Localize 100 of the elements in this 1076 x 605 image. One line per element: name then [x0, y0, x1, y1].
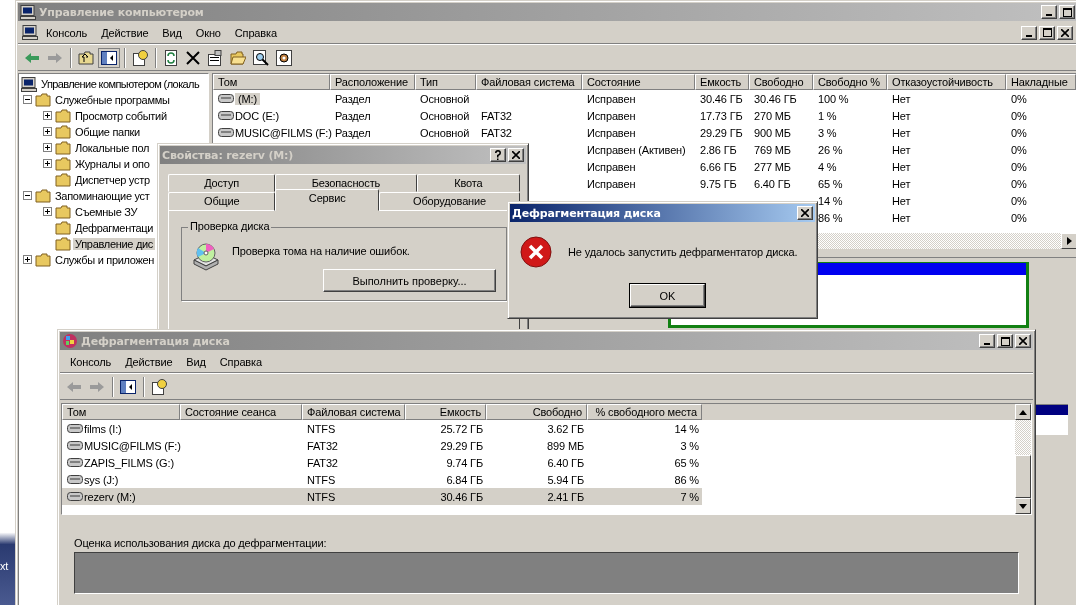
table-row[interactable]: rezerv (M:) NTFS 30.46 ГБ 2.41 ГБ 7 % [62, 488, 702, 505]
settings-icon[interactable] [276, 49, 292, 66]
search-icon[interactable] [253, 49, 269, 66]
minimize-button[interactable] [1021, 25, 1037, 40]
properties-icon[interactable] [207, 49, 223, 66]
table-row[interactable]: ZAPIS_FILMS (G:) FAT32 9.74 ГБ 6.40 ГБ 65 % [62, 454, 702, 471]
menu-item[interactable]: Действие [95, 25, 155, 40]
table-cell: 14 % [818, 194, 843, 207]
table-cell: NTFS [307, 422, 336, 435]
column-header[interactable]: Файловая система [476, 74, 582, 90]
table-cell: 6.40 ГБ [547, 456, 584, 469]
table-cell: ZAPIS_FILMS (G:) [84, 456, 174, 469]
tab[interactable]: Сервис [275, 189, 379, 211]
tree-item[interactable]: Запоминающие уст [53, 190, 152, 202]
tab[interactable]: Квота [416, 174, 520, 192]
menu-item[interactable]: Справка [228, 25, 283, 40]
folder-icon [55, 109, 71, 123]
folder-icon [55, 141, 71, 155]
column-header[interactable]: Свободно [486, 404, 587, 420]
table-cell: 0% [1011, 109, 1027, 122]
table-row[interactable]: sys (J:) NTFS 6.84 ГБ 5.94 ГБ 86 % [62, 471, 702, 488]
desktop-label: xt [0, 560, 9, 572]
folder-icon [55, 221, 71, 235]
expander[interactable] [23, 95, 33, 105]
tree-item[interactable]: Локальные пол [73, 142, 152, 154]
tree-item[interactable]: Диспетчер устр [73, 174, 152, 186]
table-cell: Основной [420, 92, 470, 105]
tree-item[interactable]: Служебные программы [53, 94, 172, 106]
expander[interactable] [43, 159, 53, 169]
table-row[interactable]: MUSIC@FILMS (F:) FAT32 29.29 ГБ 899 МБ 3 % [62, 437, 702, 454]
tree-pane-icon[interactable] [101, 50, 117, 65]
column-header[interactable]: Накладные [1006, 74, 1076, 90]
table-cell: Исправен [587, 160, 636, 173]
column-header[interactable]: Расположение [330, 74, 415, 90]
folder-up-icon[interactable] [78, 50, 94, 65]
refresh-icon[interactable] [163, 49, 179, 66]
menu-item[interactable]: Действие [119, 354, 179, 369]
expander[interactable] [43, 127, 53, 137]
column-header[interactable]: Состояние сеанса [180, 404, 302, 420]
help-icon[interactable] [132, 49, 148, 66]
table-cell: 29.29 ГБ [700, 126, 743, 139]
column-header[interactable]: Свободно [749, 74, 813, 90]
menu-item[interactable]: Справка [213, 354, 268, 369]
column-header[interactable]: Емкость [695, 74, 749, 90]
open-folder-icon[interactable] [230, 50, 246, 65]
table-cell: Исправен [587, 126, 636, 139]
table-cell: 769 МБ [754, 143, 791, 156]
column-header[interactable]: Свободно % [813, 74, 887, 90]
menu-item[interactable]: Консоль [40, 25, 94, 40]
menu-item[interactable]: Вид [156, 25, 188, 40]
ok-button[interactable]: OK [630, 284, 705, 307]
column-header[interactable]: Емкость [405, 404, 486, 420]
table-cell: FAT32 [481, 126, 512, 139]
description-text: Проверка тома на наличие ошибок. [232, 244, 410, 257]
help-icon[interactable] [151, 378, 167, 395]
table-cell: 0% [1011, 160, 1027, 173]
column-header[interactable]: Том [213, 74, 330, 90]
expander[interactable] [43, 207, 53, 217]
table-cell: 29.29 ГБ [440, 439, 483, 452]
table-cell: 6.66 ГБ [700, 160, 737, 173]
tab[interactable]: Общие [168, 192, 276, 211]
tree-item[interactable]: Журналы и опо [73, 158, 152, 170]
table-cell: MUSIC@FILMS (F:) [235, 126, 332, 139]
check-button[interactable]: Выполнить проверку... [323, 269, 496, 292]
close-button[interactable] [797, 206, 813, 220]
menu-item[interactable]: Консоль [64, 354, 118, 369]
group-title: Проверка диска [188, 220, 272, 232]
close-button[interactable] [1057, 25, 1073, 40]
tab[interactable]: Доступ [168, 174, 276, 192]
expander[interactable] [43, 111, 53, 121]
table-row[interactable]: films (I:) NTFS 25.72 ГБ 3.62 ГБ 14 % [62, 420, 702, 437]
column-header[interactable]: Файловая система [302, 404, 405, 420]
menu-item[interactable]: Окно [189, 25, 227, 40]
maximize-button[interactable] [1039, 25, 1055, 40]
column-header[interactable]: % свободного места [587, 404, 702, 420]
menu-item[interactable]: Вид [180, 354, 212, 369]
tree-item[interactable]: Службы и приложен [53, 254, 157, 266]
column-header[interactable]: Состояние [582, 74, 695, 90]
tree-item[interactable]: Дефрагментаци [73, 222, 156, 234]
disk-check-icon [192, 242, 220, 272]
tree-item[interactable]: Съемные ЗУ [73, 206, 140, 218]
table-cell: Нет [892, 160, 911, 173]
tab[interactable]: Безопасность [275, 174, 417, 192]
table-cell: 0% [1011, 177, 1027, 190]
table-cell: 26 % [818, 143, 843, 156]
tree-item[interactable]: Общие папки [73, 126, 142, 138]
tree-pane-icon[interactable] [120, 379, 136, 394]
column-header[interactable]: Отказоустойчивость [887, 74, 1006, 90]
column-header[interactable]: Тип [415, 74, 476, 90]
expander[interactable] [43, 143, 53, 153]
vertical-scrollbar[interactable] [1015, 404, 1031, 514]
delete-icon[interactable] [186, 50, 200, 65]
column-header[interactable]: Том [62, 404, 180, 420]
tree-item[interactable]: Просмотр событий [73, 110, 169, 122]
tree-item[interactable]: Управление дис [73, 238, 156, 250]
expander[interactable] [23, 255, 33, 265]
expander[interactable] [23, 191, 33, 201]
minimize-icon [1046, 14, 1052, 16]
tree-item[interactable]: Управление компьютером (локаль [39, 78, 202, 90]
table-cell: FAT32 [307, 456, 338, 469]
